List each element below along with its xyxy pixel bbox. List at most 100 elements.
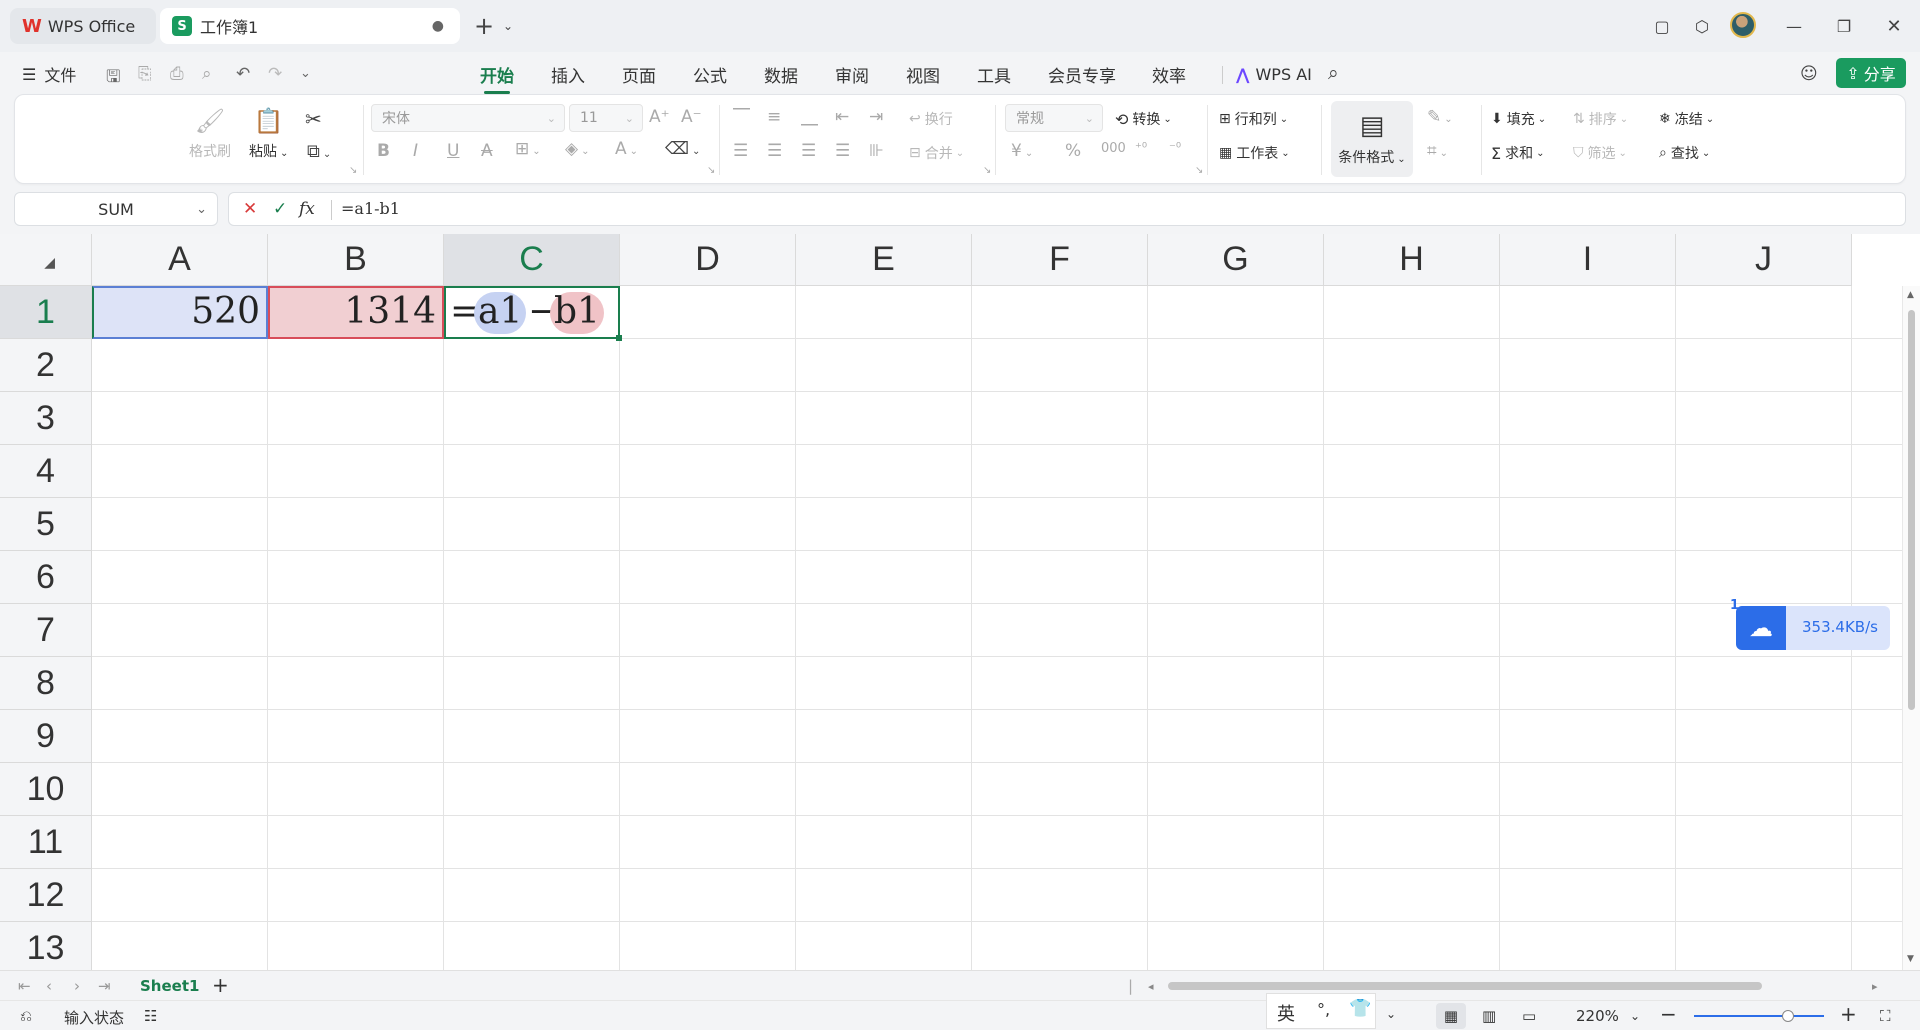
ime-lang[interactable]: 英: [1277, 1000, 1295, 1026]
tab-list-chevron-icon[interactable]: ⌄: [494, 12, 522, 40]
font-expand-icon[interactable]: ↘: [707, 165, 715, 176]
scroll-up-icon[interactable]: ▲: [1907, 290, 1914, 300]
paste-button[interactable]: 📋 粘贴 ⌄: [249, 107, 288, 161]
row-header-2[interactable]: 2: [0, 339, 92, 392]
worksheet-button[interactable]: ▦ 工作表 ⌄: [1219, 143, 1290, 163]
tab-review[interactable]: 审阅: [835, 60, 869, 88]
column-header-a[interactable]: A: [92, 234, 268, 286]
increase-font-icon[interactable]: A⁺: [649, 107, 670, 127]
border-icon[interactable]: ⊞ ⌄: [515, 139, 541, 159]
increase-decimal-icon[interactable]: ⁺⁰: [1135, 141, 1147, 156]
row-header-12[interactable]: 12: [0, 869, 92, 922]
formula-input[interactable]: =a1-b1: [341, 199, 400, 218]
indent-decrease-icon[interactable]: ⇤: [835, 107, 849, 127]
cell-a1[interactable]: 520: [92, 286, 268, 339]
page-layout-view-icon[interactable]: ▥: [1482, 1007, 1496, 1025]
ime-skin-icon[interactable]: 👕: [1349, 998, 1371, 1019]
normal-view-button[interactable]: ▦: [1436, 1003, 1466, 1029]
align-left-icon[interactable]: ☰: [733, 141, 748, 161]
add-sheet-button[interactable]: +: [212, 973, 229, 997]
format-painter-button[interactable]: 🖌 格式刷: [189, 107, 231, 161]
next-sheet-icon[interactable]: ›: [74, 977, 80, 995]
tab-insert[interactable]: 插入: [551, 60, 585, 88]
convert-button[interactable]: ⟲ 转换 ⌄: [1115, 109, 1172, 129]
column-header-f[interactable]: F: [972, 234, 1148, 286]
fill-button[interactable]: ⬇ 填充 ⌄: [1491, 109, 1546, 129]
align-top-icon[interactable]: ⎺: [733, 107, 750, 127]
table-style-icon[interactable]: ⌗ ⌄: [1427, 141, 1448, 161]
sum-button[interactable]: Σ 求和 ⌄: [1491, 143, 1545, 163]
zoom-slider[interactable]: [1694, 1010, 1824, 1022]
column-header-e[interactable]: E: [796, 234, 972, 286]
search-icon[interactable]: ⌕: [1328, 62, 1339, 84]
align-middle-icon[interactable]: ≡: [767, 107, 781, 127]
zoom-out-icon[interactable]: −: [1660, 1002, 1677, 1026]
row-header-9[interactable]: 9: [0, 710, 92, 763]
tab-formula[interactable]: 公式: [693, 60, 727, 88]
sheet-tab-sheet1[interactable]: Sheet1: [140, 977, 199, 995]
export-icon[interactable]: ⎘: [138, 64, 152, 84]
distribute-icon[interactable]: ⊪: [869, 141, 884, 161]
cube-icon[interactable]: ⬡: [1688, 12, 1716, 40]
sort-button[interactable]: ⇅ 排序 ⌄: [1573, 109, 1628, 129]
percent-icon[interactable]: %: [1065, 141, 1081, 161]
column-header-i[interactable]: I: [1500, 234, 1676, 286]
window-layout-icon[interactable]: ▢: [1648, 12, 1676, 40]
horizontal-scrollbar-thumb[interactable]: [1168, 982, 1762, 990]
cut-icon[interactable]: ✂: [305, 107, 322, 131]
bold-icon[interactable]: B: [377, 141, 390, 161]
freeze-button[interactable]: ❄ 冻结 ⌄: [1659, 109, 1714, 129]
align-center-icon[interactable]: ☰: [767, 141, 782, 161]
confirm-icon[interactable]: ✓: [273, 199, 287, 219]
copy-icon[interactable]: ⧉ ⌄: [307, 141, 331, 162]
row-header-11[interactable]: 11: [0, 816, 92, 869]
decrease-font-icon[interactable]: A⁻: [681, 107, 702, 127]
strikethrough-icon[interactable]: A: [481, 141, 493, 161]
number-expand-icon[interactable]: ↘: [1195, 165, 1203, 176]
fill-handle[interactable]: [616, 335, 622, 341]
print-preview-icon[interactable]: ⌕: [202, 64, 212, 84]
undo-icon[interactable]: ↶: [236, 64, 250, 84]
cancel-icon[interactable]: ✕: [243, 199, 257, 219]
page-break-view-icon[interactable]: ▭: [1522, 1007, 1536, 1025]
decrease-decimal-icon[interactable]: ⁻⁰: [1169, 141, 1181, 156]
ime-punct-icon[interactable]: °,: [1317, 1000, 1330, 1019]
tab-efficiency[interactable]: 效率: [1152, 60, 1186, 88]
minimize-icon[interactable]: —: [1780, 12, 1808, 40]
column-header-c[interactable]: C: [444, 234, 620, 286]
italic-icon[interactable]: I: [413, 141, 418, 161]
row-header-10[interactable]: 10: [0, 763, 92, 816]
avatar[interactable]: [1730, 12, 1756, 38]
clear-format-icon[interactable]: ⌫ ⌄: [665, 139, 700, 159]
tab-view[interactable]: 视图: [906, 60, 940, 88]
thousands-icon[interactable]: 000: [1101, 141, 1126, 156]
fill-color-icon[interactable]: ◈ ⌄: [565, 139, 589, 159]
filter-button[interactable]: ⛉ 筛选 ⌄: [1573, 143, 1627, 163]
column-header-j[interactable]: J: [1676, 234, 1852, 286]
merge-button[interactable]: ⊟ 合并 ⌄: [909, 143, 964, 163]
tab-tools[interactable]: 工具: [977, 60, 1011, 88]
close-icon[interactable]: ✕: [1880, 12, 1908, 40]
row-header-3[interactable]: 3: [0, 392, 92, 445]
last-sheet-icon[interactable]: ⇥: [98, 977, 111, 995]
number-format-select[interactable]: 常规 ⌄: [1005, 104, 1103, 132]
font-color-icon[interactable]: A ⌄: [615, 139, 638, 159]
cell-b1[interactable]: 1314: [268, 286, 444, 339]
align-expand-icon[interactable]: ↘: [983, 165, 991, 176]
clipboard-expand-icon[interactable]: ↘: [349, 165, 357, 176]
function-icon[interactable]: fx: [299, 199, 315, 219]
tab-wps-office[interactable]: W WPS Office: [10, 8, 156, 44]
justify-icon[interactable]: ☰: [835, 141, 850, 161]
scrollbar-thumb[interactable]: [1908, 310, 1915, 710]
row-header-1[interactable]: 1: [0, 286, 92, 339]
currency-icon[interactable]: ¥ ⌄: [1011, 141, 1033, 161]
macro-icon[interactable]: ⎌: [20, 1007, 32, 1025]
conditional-format-button[interactable]: ▤ 条件格式 ⌄: [1331, 101, 1413, 177]
underline-icon[interactable]: U: [447, 141, 459, 161]
zoom-in-icon[interactable]: +: [1840, 1002, 1857, 1026]
quick-access-chevron-icon[interactable]: ⌄: [300, 66, 311, 81]
tab-member[interactable]: 会员专享: [1048, 60, 1116, 88]
column-header-d[interactable]: D: [620, 234, 796, 286]
chat-icon[interactable]: ☺: [1800, 64, 1818, 84]
cell-c1-editing[interactable]: = a1 − b1: [444, 286, 622, 341]
